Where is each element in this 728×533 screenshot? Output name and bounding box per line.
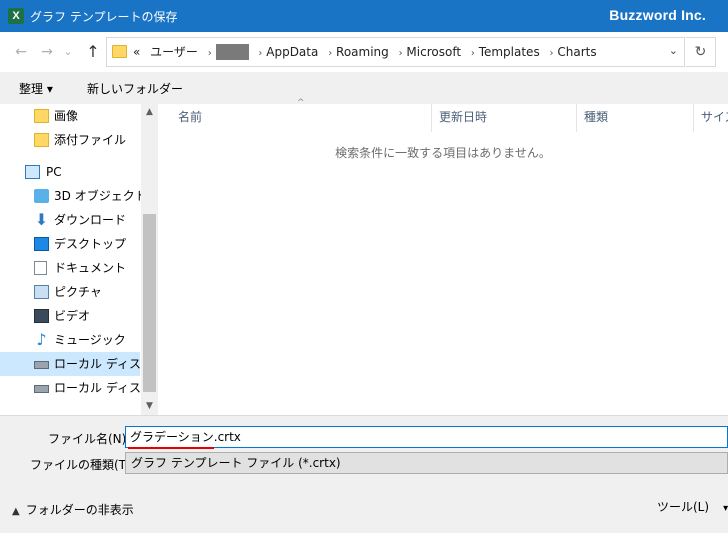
- scroll-up-icon[interactable]: ▲: [141, 104, 158, 121]
- breadcrumb-separator[interactable]: ›: [258, 48, 262, 59]
- forward-button[interactable]: →: [38, 42, 56, 62]
- disk-icon: [34, 385, 49, 393]
- sidebar-item-label: 3D オブジェクト: [54, 189, 147, 203]
- document-icon: [34, 261, 47, 275]
- window-title: グラフ テンプレートの保存: [30, 10, 178, 24]
- disk-icon: [34, 361, 49, 369]
- column-header-size[interactable]: サイズ: [695, 104, 728, 132]
- desktop-icon: [34, 237, 49, 251]
- sidebar-item-label: デスクトップ: [54, 237, 127, 251]
- folder-icon: [34, 133, 49, 147]
- music-icon: ♪: [36, 330, 47, 349]
- sidebar-item-pc[interactable]: PC: [0, 160, 140, 184]
- pictures-icon: [34, 285, 49, 299]
- sidebar-item-documents[interactable]: ドキュメント: [0, 256, 140, 280]
- breadcrumb-charts[interactable]: Charts: [557, 45, 596, 59]
- brand-watermark: Buzzword Inc.: [609, 7, 706, 23]
- sidebar-item-videos[interactable]: ビデオ: [0, 304, 140, 328]
- refresh-button[interactable]: ↻: [686, 37, 716, 67]
- filetype-select[interactable]: グラフ テンプレート ファイル (*.crtx): [125, 452, 728, 474]
- sidebar-item-label: ダウンロード: [54, 213, 127, 227]
- sidebar-item-label: 添付ファイル: [54, 133, 127, 147]
- address-dropdown-icon[interactable]: ⌄: [669, 44, 678, 57]
- sidebar-item-3d-objects[interactable]: 3D オブジェクト: [0, 184, 147, 208]
- sidebar-item-music[interactable]: ♪ ミュージック: [0, 328, 140, 352]
- sidebar-item-label: ドキュメント: [54, 261, 127, 275]
- sidebar-item-local-disk-d[interactable]: ローカル ディスク (D: [0, 376, 158, 400]
- scrollbar-thumb[interactable]: [143, 214, 156, 392]
- 3d-objects-icon: [34, 189, 49, 203]
- sidebar-item-local-disk-c[interactable]: ローカル ディスク (C: [0, 352, 158, 376]
- sidebar-item-label: 画像: [54, 109, 79, 123]
- sidebar-item-label: ミュージック: [54, 333, 126, 347]
- filename-label: ファイル名(N):: [48, 432, 131, 446]
- filename-input[interactable]: グラデーション.crtx: [125, 426, 728, 448]
- title-bar: X グラフ テンプレートの保存 Buzzword Inc.: [0, 0, 728, 32]
- sidebar-item-label: PC: [46, 165, 62, 179]
- breadcrumb-username-redacted[interactable]: [215, 43, 249, 60]
- chevron-down-icon: ▾: [723, 503, 728, 514]
- sidebar-item-label: ビデオ: [54, 309, 91, 323]
- breadcrumb-templates[interactable]: Templates: [479, 45, 540, 59]
- recent-locations-button[interactable]: ⌄: [62, 42, 74, 62]
- navigation-bar: ← → ⌄ ↑ « ユーザー › › AppData › Roaming › M…: [0, 32, 728, 72]
- command-toolbar: 整理 ▾ 新しいフォルダー: [0, 72, 728, 104]
- breadcrumb-separator[interactable]: ›: [328, 48, 332, 59]
- empty-result-message: 検索条件に一致する項目はありません。: [335, 146, 551, 160]
- breadcrumb-roaming[interactable]: Roaming: [336, 45, 389, 59]
- sort-ascending-icon: ^: [297, 98, 305, 108]
- address-bar[interactable]: « ユーザー › › AppData › Roaming › Microsoft…: [106, 37, 685, 67]
- tools-label: ツール(L): [657, 500, 710, 514]
- breadcrumb-overflow[interactable]: «: [133, 45, 140, 59]
- breadcrumb-separator[interactable]: ›: [471, 48, 475, 59]
- tools-button[interactable]: ツール(L) ▾: [657, 498, 728, 515]
- sidebar-scrollbar[interactable]: ▲ ▼: [141, 104, 158, 415]
- sidebar-item-pictures[interactable]: ピクチャ: [0, 280, 140, 304]
- breadcrumb-separator[interactable]: ›: [208, 48, 212, 59]
- breadcrumb-separator[interactable]: ›: [550, 48, 554, 59]
- breadcrumb-separator[interactable]: ›: [399, 48, 403, 59]
- navigation-pane: 画像 添付ファイル PC 3D オブジェクト ⬇ ダウンロード デスクトップ ド…: [0, 104, 158, 415]
- chevron-up-icon: ▲: [12, 506, 20, 517]
- back-button[interactable]: ←: [12, 42, 30, 62]
- video-icon: [34, 309, 49, 323]
- up-button[interactable]: ↑: [84, 42, 102, 62]
- breadcrumb-microsoft[interactable]: Microsoft: [406, 45, 461, 59]
- column-label: 更新日時: [439, 110, 488, 124]
- excel-app-icon: X: [8, 8, 24, 24]
- sidebar-item-desktop[interactable]: デスクトップ: [0, 232, 140, 256]
- breadcrumb-appdata[interactable]: AppData: [266, 45, 318, 59]
- breadcrumb-users[interactable]: ユーザー: [150, 45, 198, 59]
- column-header-type[interactable]: 種類: [578, 104, 694, 132]
- sidebar-item-attachments[interactable]: 添付ファイル: [0, 128, 140, 152]
- download-icon: ⬇: [34, 210, 49, 229]
- new-folder-button[interactable]: 新しいフォルダー: [87, 80, 183, 97]
- folder-icon: [34, 109, 49, 123]
- hide-folders-button[interactable]: ▲ フォルダーの非表示: [12, 501, 134, 518]
- pc-icon: [25, 165, 40, 179]
- organize-button[interactable]: 整理 ▾: [19, 80, 53, 97]
- column-header-modified[interactable]: 更新日時: [433, 104, 577, 132]
- hide-folders-label: フォルダーの非表示: [25, 503, 134, 517]
- sidebar-item-pictures-folder[interactable]: 画像: [0, 104, 140, 128]
- filetype-label: ファイルの種類(T):: [30, 458, 135, 472]
- sidebar-item-label: ピクチャ: [54, 285, 102, 299]
- highlight-underline: [128, 447, 214, 449]
- file-list: 名前 ^ 更新日時 種類 サイズ 検索条件に一致する項目はありません。: [158, 98, 728, 415]
- folder-icon: [112, 45, 127, 58]
- column-label: 種類: [584, 110, 609, 124]
- scroll-down-icon[interactable]: ▼: [141, 398, 158, 415]
- sidebar-item-downloads[interactable]: ⬇ ダウンロード: [0, 208, 140, 232]
- column-label: サイズ: [701, 110, 728, 124]
- column-header-name[interactable]: 名前: [172, 104, 432, 132]
- column-label: 名前: [178, 110, 203, 124]
- breadcrumb: « ユーザー › › AppData › Roaming › Microsoft…: [133, 38, 597, 66]
